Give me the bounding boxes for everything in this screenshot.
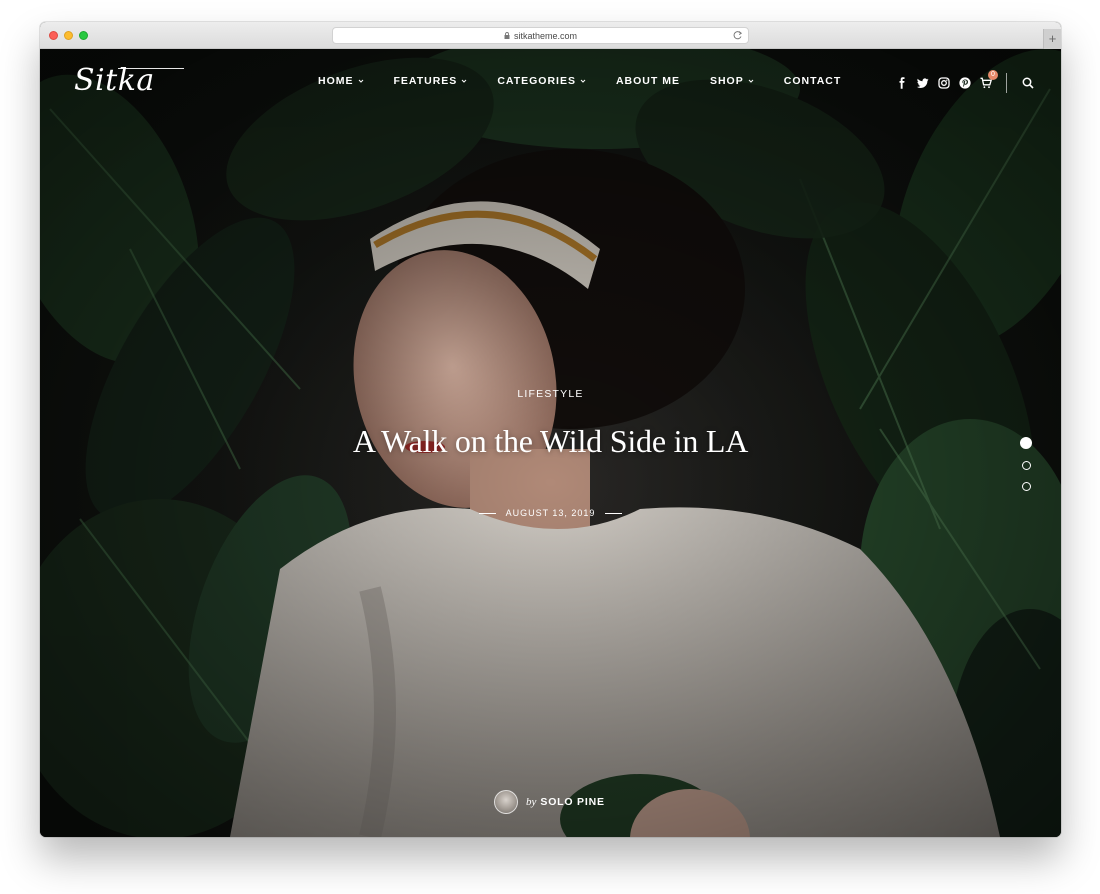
post-author[interactable]: by SOLO PINE (494, 790, 605, 814)
nav-item-categories[interactable]: CATEGORIES (497, 75, 586, 87)
chevron-down-icon (461, 79, 467, 83)
nav-item-label: SHOP (709, 75, 744, 87)
author-prefix: by (526, 796, 537, 808)
pinterest-icon[interactable] (959, 77, 971, 89)
nav-item-label: HOME (318, 75, 354, 87)
nav-item-shop[interactable]: SHOP (710, 75, 754, 87)
header-divider (1006, 73, 1007, 93)
close-window-button[interactable] (49, 31, 58, 40)
nav-item-home[interactable]: HOME (318, 75, 364, 87)
slider-dot-3[interactable] (1021, 482, 1031, 491)
cart-count-badge: 0 (988, 70, 998, 80)
twitter-icon[interactable] (917, 77, 929, 89)
new-tab-button[interactable]: + (1043, 29, 1061, 49)
nav-item-label: FEATURES (393, 75, 458, 87)
browser-titlebar: sitkatheme.com + (40, 22, 1061, 49)
author-name: SOLO PINE (540, 796, 605, 808)
post-date-row: AUGUST 13, 2019 (40, 508, 1061, 518)
browser-window: sitkatheme.com + Sitka HOME FEATURES CAT… (40, 22, 1061, 837)
facebook-icon[interactable] (896, 77, 908, 89)
nav-item-about-me[interactable]: ABOUT ME (616, 75, 680, 87)
cart-button[interactable]: 0 (980, 70, 998, 89)
instagram-icon[interactable] (938, 77, 950, 89)
reload-icon[interactable] (732, 30, 743, 41)
main-nav: HOME FEATURES CATEGORIES ABOUT ME SHOP C… (318, 75, 871, 87)
post-title[interactable]: A Walk on the Wild Side in LA (40, 423, 1061, 460)
chevron-down-icon (580, 79, 586, 83)
nav-item-contact[interactable]: CONTACT (784, 75, 842, 87)
avatar (494, 790, 518, 814)
nav-item-label: ABOUT ME (615, 75, 680, 87)
zoom-window-button[interactable] (79, 31, 88, 40)
date-dash-left (478, 512, 496, 514)
address-bar[interactable]: sitkatheme.com (332, 27, 749, 44)
slider-dot-1[interactable] (1020, 437, 1032, 449)
url-text: sitkatheme.com (513, 30, 578, 41)
nav-item-label: CONTACT (783, 75, 842, 87)
nav-item-features[interactable]: FEATURES (394, 75, 468, 87)
slider-pagination (1020, 437, 1032, 491)
chevron-down-icon (748, 79, 754, 83)
slider-dot-2[interactable] (1021, 461, 1031, 470)
header-icons: 0 (896, 70, 1034, 93)
logo-flourish (118, 68, 184, 69)
minimize-window-button[interactable] (64, 31, 73, 40)
date-dash-right (605, 512, 623, 514)
post-date: AUGUST 13, 2019 (505, 508, 596, 518)
hero-slide: Sitka HOME FEATURES CATEGORIES ABOUT ME … (40, 49, 1061, 837)
chevron-down-icon (358, 79, 363, 83)
lock-icon (504, 32, 510, 39)
search-icon[interactable] (1022, 77, 1034, 89)
nav-item-label: CATEGORIES (497, 75, 576, 87)
post-category[interactable]: LIFESTYLE (40, 388, 1061, 400)
